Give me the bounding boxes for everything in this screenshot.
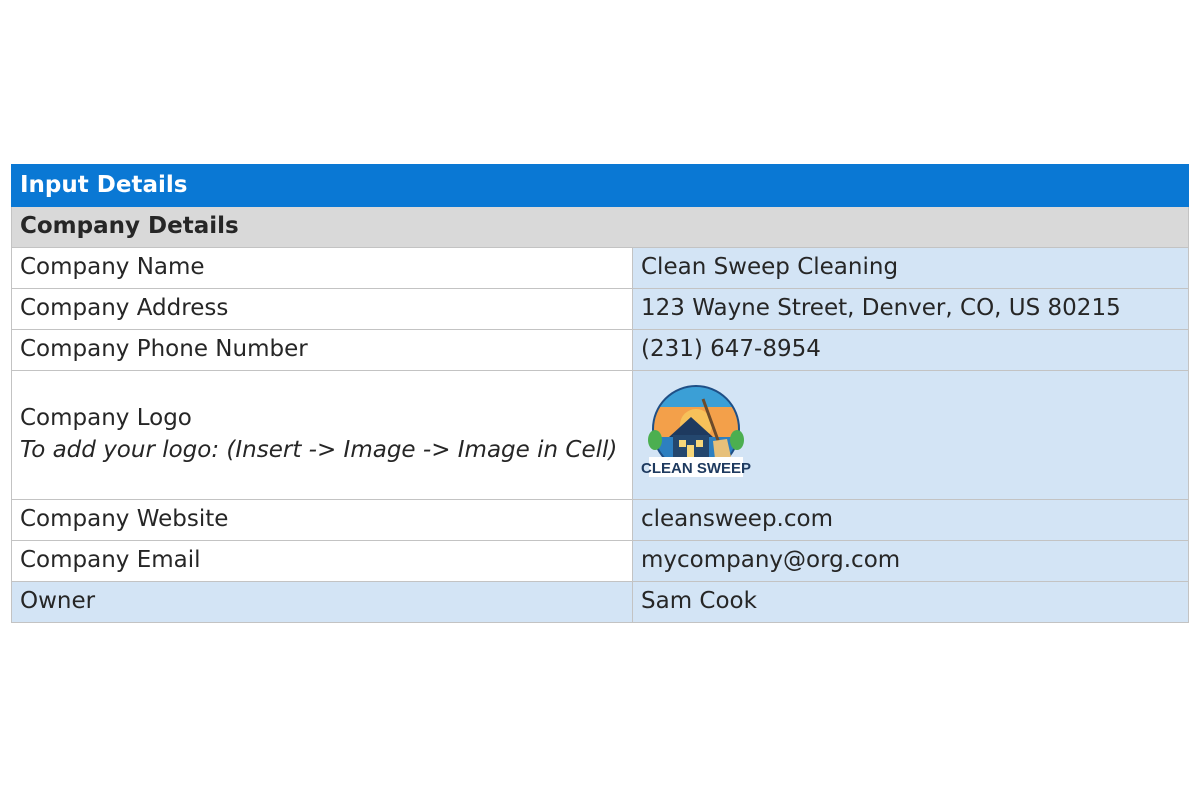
table-row: Company Website cleansweep.com bbox=[11, 499, 1189, 541]
title-row: Input Details bbox=[11, 164, 1189, 207]
company-logo-label-cell[interactable]: Company Logo To add your logo: (Insert -… bbox=[11, 370, 633, 500]
owner-value[interactable]: Sam Cook bbox=[632, 581, 1189, 623]
company-phone-value[interactable]: (231) 647-8954 bbox=[632, 329, 1189, 371]
company-phone-label[interactable]: Company Phone Number bbox=[11, 329, 633, 371]
company-details-section-title[interactable]: Company Details bbox=[11, 206, 1189, 248]
company-logo-value[interactable]: CLEAN SWEEP bbox=[632, 370, 1189, 500]
company-email-label[interactable]: Company Email bbox=[11, 540, 633, 582]
company-address-label[interactable]: Company Address bbox=[11, 288, 633, 330]
section-row: Company Details bbox=[11, 206, 1189, 248]
logo-text: CLEAN SWEEP bbox=[641, 460, 751, 477]
owner-label[interactable]: Owner bbox=[11, 581, 633, 623]
table-row: Company Email mycompany@org.com bbox=[11, 540, 1189, 582]
table-row: Company Address 123 Wayne Street, Denver… bbox=[11, 288, 1189, 330]
company-name-label[interactable]: Company Name bbox=[11, 247, 633, 289]
table-row: Company Logo To add your logo: (Insert -… bbox=[11, 370, 1189, 500]
company-address-value[interactable]: 123 Wayne Street, Denver, CO, US 80215 bbox=[632, 288, 1189, 330]
company-details-table: Input Details Company Details Company Na… bbox=[11, 164, 1189, 623]
table-row: Company Name Clean Sweep Cleaning bbox=[11, 247, 1189, 289]
company-logo-label: Company Logo bbox=[20, 405, 192, 432]
company-name-value[interactable]: Clean Sweep Cleaning bbox=[632, 247, 1189, 289]
logo-instructions: To add your logo: (Insert -> Image -> Im… bbox=[20, 437, 618, 463]
table-row: Company Phone Number (231) 647-8954 bbox=[11, 329, 1189, 371]
company-email-value[interactable]: mycompany@org.com bbox=[632, 540, 1189, 582]
input-details-title[interactable]: Input Details bbox=[11, 164, 1189, 207]
table-row: Owner Sam Cook bbox=[11, 581, 1189, 623]
company-website-label[interactable]: Company Website bbox=[11, 499, 633, 541]
company-website-value[interactable]: cleansweep.com bbox=[632, 499, 1189, 541]
house-broom-logo-icon: CLEAN SWEEP bbox=[641, 385, 751, 477]
